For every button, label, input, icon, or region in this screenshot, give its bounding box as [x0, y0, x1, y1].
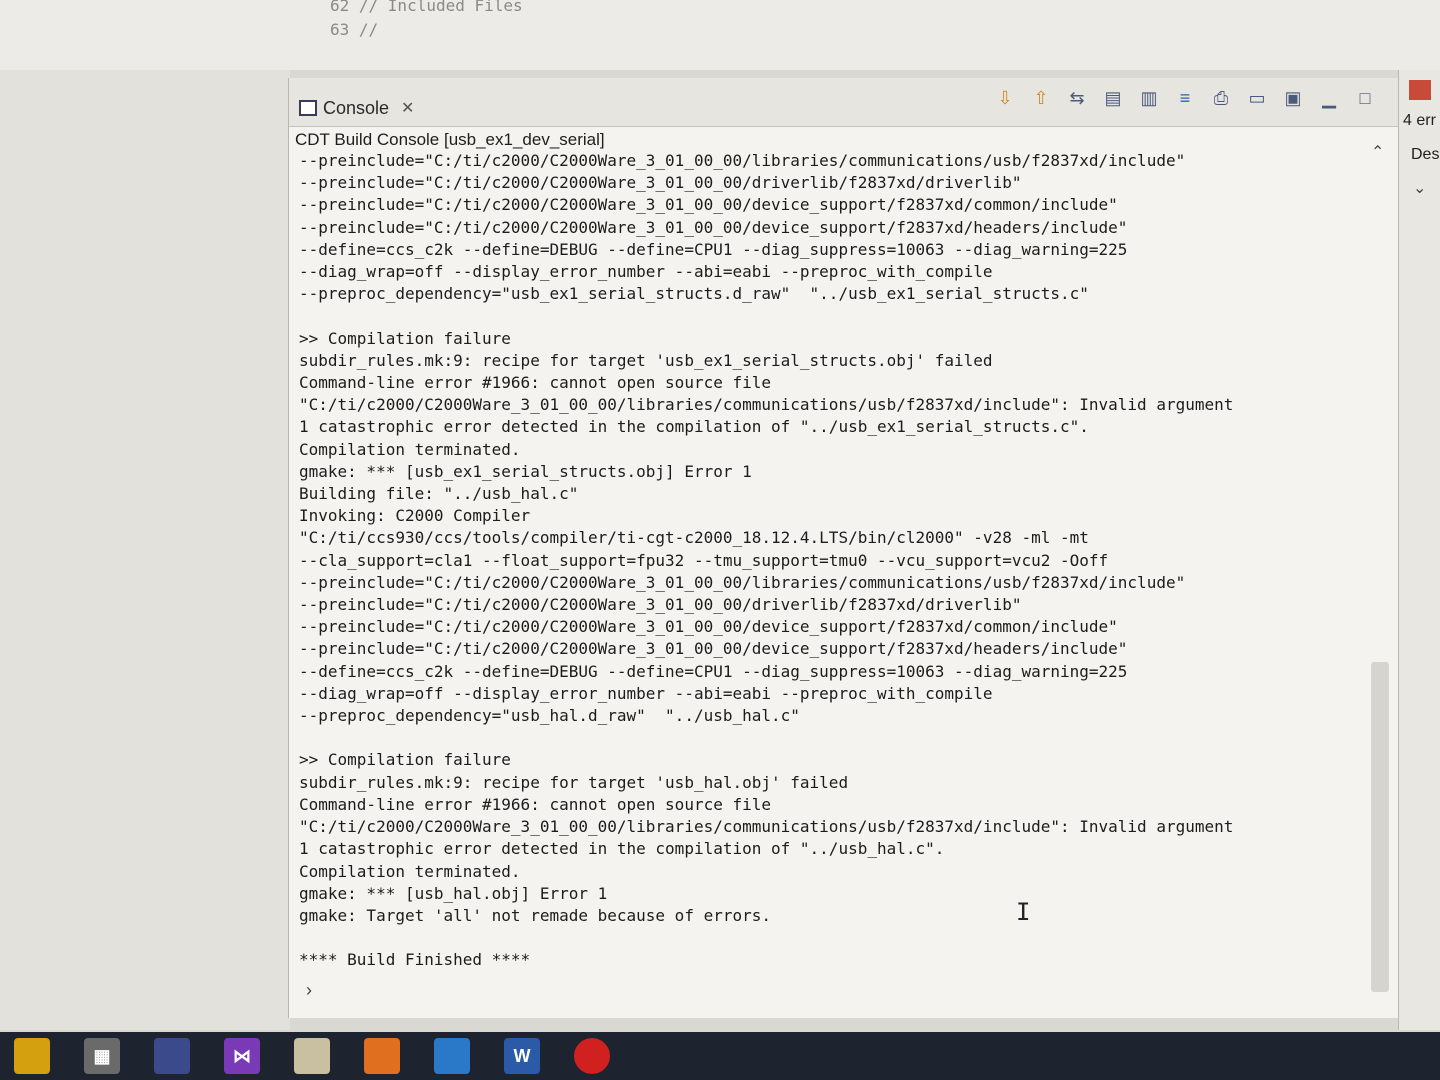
- console-subtitle: CDT Build Console [usb_ex1_dev_serial]: [295, 130, 605, 149]
- console-tab-label: Console: [323, 97, 390, 118]
- console-line: **** Build Finished ****: [299, 950, 531, 970]
- notepad-icon[interactable]: [294, 1038, 330, 1074]
- calculator-icon[interactable]: ▦: [84, 1038, 120, 1074]
- scroll-lock-icon[interactable]: ▥: [1135, 85, 1163, 111]
- description-column-header[interactable]: Des: [1411, 146, 1439, 164]
- scroll-thumb[interactable]: [1371, 662, 1389, 992]
- console-line: --define=ccs_c2k --define=DEBUG --define…: [299, 661, 1128, 681]
- editor-line-63: 63 //: [330, 20, 379, 39]
- console-line: "C:/ti/c2000/C2000Ware_3_01_00_00/librar…: [299, 817, 1234, 837]
- display-console-icon[interactable]: ▭: [1243, 85, 1271, 111]
- console-line: --preinclude="C:/ti/c2000/C2000Ware_3_01…: [299, 195, 1118, 215]
- chevron-up-icon[interactable]: ⌃: [1371, 142, 1384, 162]
- problems-icon[interactable]: [1409, 80, 1431, 100]
- console-line: "C:/ti/ccs930/ccs/tools/compiler/ti-cgt-…: [299, 528, 1089, 548]
- console-line: --preproc_dependency="usb_hal.d_raw" "..…: [299, 706, 800, 726]
- word-icon[interactable]: W: [504, 1038, 540, 1074]
- word-wrap-icon[interactable]: ≡: [1171, 85, 1199, 111]
- console-line: --preinclude="C:/ti/c2000/C2000Ware_3_01…: [299, 639, 1128, 659]
- console-panel: Console ✕ ⇩ ⇧ ⇆ ▤ ▥ ≡ ⎙ ▭ ▣ ▁ □ CDT Buil…: [288, 78, 1399, 1018]
- sync-icon[interactable]: ⇆: [1063, 85, 1091, 111]
- console-line: --diag_wrap=off --display_error_number -…: [299, 683, 993, 703]
- console-line: gmake: Target 'all' not remade because o…: [299, 905, 772, 925]
- console-line: 1 catastrophic error detected in the com…: [299, 839, 945, 859]
- console-line: Command-line error #1966: cannot open so…: [299, 794, 772, 814]
- console-line: --preinclude="C:/ti/c2000/C2000Ware_3_01…: [299, 217, 1128, 237]
- error-count: 4 err: [1403, 112, 1436, 129]
- file-explorer-icon[interactable]: [14, 1038, 50, 1074]
- console-line: gmake: *** [usb_ex1_serial_structs.obj] …: [299, 461, 752, 481]
- console-line: --preinclude="C:/ti/c2000/C2000Ware_3_01…: [299, 151, 1186, 170]
- open-console-icon[interactable]: ▣: [1279, 85, 1307, 111]
- editor-line-62: 62 // Included Files: [330, 0, 523, 15]
- console-line: --preinclude="C:/ti/c2000/C2000Ware_3_01…: [299, 617, 1118, 637]
- pin-console-icon[interactable]: ⎙: [1207, 85, 1235, 111]
- left-margin: [0, 70, 290, 1030]
- console-line: gmake: *** [usb_hal.obj] Error 1: [299, 883, 608, 903]
- console-line: Invoking: C2000 Compiler: [299, 506, 531, 526]
- console-line: --cla_support=cla1 --float_support=fpu32…: [299, 550, 1109, 570]
- console-line: >> Compilation failure: [299, 750, 511, 770]
- minimize-icon[interactable]: ▁: [1315, 85, 1343, 111]
- chevron-right-icon: ›: [306, 980, 312, 1000]
- red-app-icon[interactable]: [574, 1038, 610, 1074]
- editor-area: 62 // Included Files 63 //: [0, 0, 1440, 70]
- problems-panel: 4 err Des ⌄: [1398, 70, 1440, 1030]
- arrow-up-icon[interactable]: ⇧: [1027, 85, 1055, 111]
- console-line: --preproc_dependency="usb_ex1_serial_str…: [299, 284, 1089, 304]
- outlook-icon[interactable]: [434, 1038, 470, 1074]
- console-line: --diag_wrap=off --display_error_number -…: [299, 262, 993, 282]
- console-line: --preinclude="C:/ti/c2000/C2000Ware_3_01…: [299, 173, 1022, 193]
- maximize-icon[interactable]: □: [1351, 85, 1379, 111]
- taskbar: ▦ ⋈ W: [0, 1032, 1440, 1080]
- console-line: subdir_rules.mk:9: recipe for target 'us…: [299, 350, 993, 370]
- close-icon[interactable]: ✕: [401, 98, 414, 118]
- console-line: --preinclude="C:/ti/c2000/C2000Ware_3_01…: [299, 595, 1022, 615]
- console-line: Compilation terminated.: [299, 439, 521, 459]
- console-line: Compilation terminated.: [299, 861, 521, 881]
- tab-console[interactable]: Console ✕: [299, 94, 414, 122]
- console-scrollbar[interactable]: ⌃: [1367, 142, 1393, 1012]
- arrow-down-icon[interactable]: ⇩: [991, 85, 1019, 111]
- console-icon: [299, 100, 317, 116]
- console-line: --preinclude="C:/ti/c2000/C2000Ware_3_01…: [299, 572, 1186, 592]
- console-toolbar: ⇩ ⇧ ⇆ ▤ ▥ ≡ ⎙ ▭ ▣ ▁ □: [991, 82, 1379, 114]
- ccs-icon[interactable]: [364, 1038, 400, 1074]
- console-line: "C:/ti/c2000/C2000Ware_3_01_00_00/librar…: [299, 395, 1234, 415]
- console-line: >> Compilation failure: [299, 328, 511, 348]
- console-line: Command-line error #1966: cannot open so…: [299, 373, 772, 393]
- console-output[interactable]: --preinclude="C:/ti/c2000/C2000Ware_3_01…: [299, 150, 1359, 1010]
- console-line: 1 catastrophic error detected in the com…: [299, 417, 1089, 437]
- chevron-down-icon[interactable]: ⌄: [1413, 178, 1426, 198]
- clear-console-icon[interactable]: ▤: [1099, 85, 1127, 111]
- visual-studio-icon[interactable]: ⋈: [224, 1038, 260, 1074]
- text-cursor-icon: I: [1016, 898, 1031, 926]
- app-icon[interactable]: [154, 1038, 190, 1074]
- console-line: Building file: "../usb_hal.c": [299, 484, 579, 504]
- console-line: --define=ccs_c2k --define=DEBUG --define…: [299, 239, 1128, 259]
- console-line: subdir_rules.mk:9: recipe for target 'us…: [299, 772, 849, 792]
- console-header: Console ✕ ⇩ ⇧ ⇆ ▤ ▥ ≡ ⎙ ▭ ▣ ▁ □: [289, 78, 1399, 127]
